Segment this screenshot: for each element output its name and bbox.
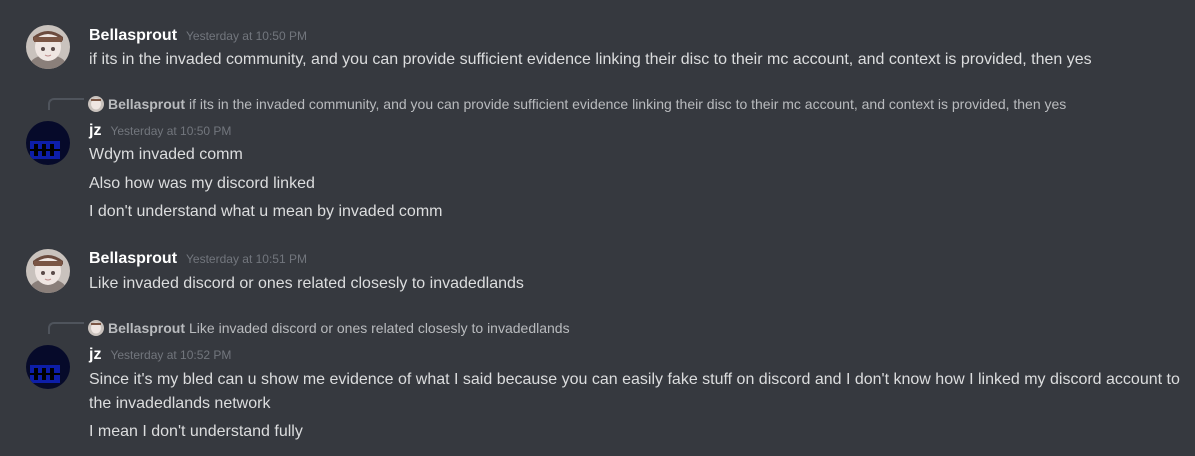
timestamp: Yesterday at 10:50 PM [186,29,307,43]
message-text: Since it's my bled can u show me evidenc… [89,371,1180,412]
dark-blue-avatar-icon [26,345,70,389]
username[interactable]: jz [89,346,101,364]
timestamp: Yesterday at 10:51 PM [186,252,307,266]
jz-avatar[interactable] [26,345,70,389]
reply-text[interactable]: Like invaded discord or ones related clo… [189,320,570,336]
reply-spine [48,322,84,334]
reply-author[interactable]: Bellasprout [108,320,185,336]
reply-author[interactable]: Bellasprout [108,96,185,112]
reply-avatar-icon [88,96,104,112]
username[interactable]: jz [89,122,101,140]
message-text: Also how was my discord linked [89,175,315,192]
message-text: I don't understand what u mean by invade… [89,203,443,220]
reply-text[interactable]: if its in the invaded community, and you… [189,96,1066,112]
reply-reference[interactable]: Bellasprout if its in the invaded commun… [88,96,1066,112]
reply-spine [48,98,84,110]
anime-avatar-icon [26,249,70,293]
anime-avatar-icon [26,25,70,69]
timestamp: Yesterday at 10:52 PM [110,348,232,362]
message-text: if its in the invaded community, and you… [89,51,1092,68]
jz-avatar[interactable] [26,121,70,165]
username[interactable]: Bellasprout [89,250,177,268]
bellasprout-avatar[interactable] [26,25,70,69]
message-text: Wdym invaded comm [89,146,243,163]
dark-blue-avatar-icon [26,121,70,165]
reply-avatar-icon [88,320,104,336]
message-text: I mean I don't understand fully [89,423,303,440]
bellasprout-avatar[interactable] [26,249,70,293]
message-text: Like invaded discord or ones related clo… [89,275,524,292]
username[interactable]: Bellasprout [89,27,177,45]
reply-reference[interactable]: Bellasprout Like invaded discord or ones… [88,320,570,336]
timestamp: Yesterday at 10:50 PM [110,124,232,138]
